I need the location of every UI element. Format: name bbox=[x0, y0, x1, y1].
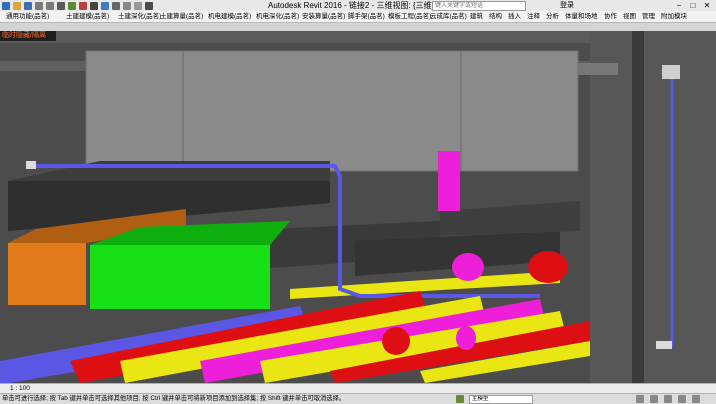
search-input[interactable]: 键入关键字或短语 bbox=[432, 1, 526, 11]
close-button[interactable]: ✕ bbox=[700, 0, 714, 11]
temporary-hide-isolate-label: 临时隐藏/隔离 bbox=[0, 31, 56, 41]
pipe-end-cap bbox=[26, 161, 36, 169]
3d-view-icon[interactable] bbox=[101, 1, 109, 10]
tab-annotate[interactable]: 注释 bbox=[527, 11, 540, 22]
tab-formwork[interactable]: 模板工程(品茗) bbox=[388, 11, 431, 22]
tab-analyze[interactable]: 分析 bbox=[546, 11, 559, 22]
tab-scaffold[interactable]: 脚手架(品茗) bbox=[348, 11, 385, 22]
tab-massing[interactable]: 体量和场地 bbox=[565, 11, 598, 22]
concrete-slab bbox=[86, 51, 578, 171]
orange-duct bbox=[8, 243, 86, 305]
red-pipe-end bbox=[382, 327, 410, 355]
switch-windows-icon[interactable] bbox=[145, 1, 153, 10]
measure-icon[interactable] bbox=[68, 1, 76, 10]
open-icon[interactable] bbox=[13, 1, 21, 10]
slab-end bbox=[578, 63, 618, 75]
revit-logo-icon[interactable] bbox=[2, 1, 10, 10]
redo-icon[interactable] bbox=[46, 1, 54, 10]
red-fitting bbox=[528, 251, 568, 283]
tab-addins[interactable]: 附加模块 bbox=[661, 11, 687, 22]
select-pinned-icon[interactable] bbox=[678, 395, 686, 403]
print-icon[interactable] bbox=[57, 1, 65, 10]
riser-end-cap bbox=[656, 341, 672, 349]
tag-icon[interactable] bbox=[79, 1, 87, 10]
quick-access-toolbar bbox=[2, 0, 156, 11]
tab-cloud-library[interactable]: 云成库(品茗) bbox=[430, 11, 467, 22]
tab-civil-modeling[interactable]: 土建建模(品茗) bbox=[66, 11, 109, 22]
model-scene bbox=[0, 31, 716, 383]
magenta-riser bbox=[438, 151, 460, 211]
tab-collaborate[interactable]: 协作 bbox=[604, 11, 617, 22]
tab-install-quantity[interactable]: 安装算量(品茗) bbox=[302, 11, 345, 22]
login-link[interactable]: 登录 bbox=[560, 0, 574, 11]
filter-icon[interactable] bbox=[692, 395, 700, 403]
right-wall bbox=[590, 31, 716, 383]
close-hidden-icon[interactable] bbox=[134, 1, 142, 10]
column-right bbox=[632, 31, 644, 383]
3d-viewport[interactable] bbox=[0, 31, 716, 383]
text-icon[interactable] bbox=[90, 1, 98, 10]
select-links-icon[interactable] bbox=[650, 395, 658, 403]
editable-only-icon[interactable] bbox=[636, 395, 644, 403]
maximize-button[interactable]: □ bbox=[686, 0, 700, 11]
riser-fitting bbox=[662, 65, 680, 79]
magenta-fitting bbox=[452, 253, 484, 281]
select-underlay-icon[interactable] bbox=[664, 395, 672, 403]
thin-lines-icon[interactable] bbox=[123, 1, 131, 10]
tab-view[interactable]: 视图 bbox=[623, 11, 636, 22]
section-icon[interactable] bbox=[112, 1, 120, 10]
tab-mep-detailing[interactable]: 机电深化(品茗) bbox=[256, 11, 299, 22]
window-title: Autodesk Revit 2016 - 链接2 - 三维视图: {三维}1 bbox=[268, 1, 439, 10]
tab-civil-quantity[interactable]: 土建算量(品茗) bbox=[160, 11, 203, 22]
minimize-button[interactable]: − bbox=[672, 0, 686, 11]
undo-icon[interactable] bbox=[35, 1, 43, 10]
worksets-icon[interactable] bbox=[456, 395, 464, 403]
tab-civil-detailing[interactable]: 土建深化(品茗) bbox=[118, 11, 161, 22]
tab-mep-modeling[interactable]: 机电建模(品茗) bbox=[208, 11, 251, 22]
tab-insert[interactable]: 插入 bbox=[508, 11, 521, 22]
window-controls: − □ ✕ bbox=[672, 0, 714, 11]
tab-manage[interactable]: 管理 bbox=[642, 11, 655, 22]
green-duct bbox=[90, 245, 270, 309]
tab-architecture[interactable]: 建筑 bbox=[470, 11, 483, 22]
status-bar: 单击可进行选择; 按 Tab 键并单击可选择其他项目; 按 Ctrl 键并单击可… bbox=[0, 393, 716, 404]
save-icon[interactable] bbox=[24, 1, 32, 10]
tab-general[interactable]: 通用功能(品茗) bbox=[6, 11, 49, 22]
magenta-pipe-end bbox=[456, 326, 476, 350]
ribbon-tabs: 通用功能(品茗) 土建建模(品茗) 土建深化(品茗) 土建算量(品茗) 机电建模… bbox=[0, 11, 716, 23]
tab-structure[interactable]: 结构 bbox=[489, 11, 502, 22]
